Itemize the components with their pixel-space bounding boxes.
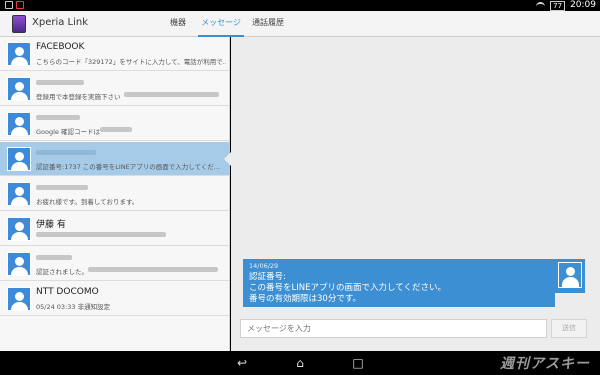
redacted-name: [36, 150, 96, 155]
contact-avatar-icon: [7, 77, 31, 101]
redacted-text: [36, 232, 166, 237]
contact-avatar-icon: [7, 147, 31, 171]
alert-icon: [16, 1, 24, 9]
conversation-item[interactable]: 登録用で本登録を実施下さい: [0, 72, 230, 106]
navigation-bar: ↩ ⌂ □ 週刊アスキー: [0, 351, 600, 375]
redacted-name: [36, 115, 80, 120]
conversation-item[interactable]: NTT DOCOMO 05/24 03:33 非通知設定: [0, 282, 230, 316]
conversation-item[interactable]: お疲れ様です。到着しております。: [0, 177, 230, 211]
message-preview: お疲れ様です。到着しております。: [36, 198, 139, 206]
conversation-item[interactable]: Google 確認コードは: [0, 107, 230, 141]
contact-name: 伊藤 有: [36, 220, 66, 230]
redacted-text: [88, 267, 218, 272]
redacted-name: [36, 255, 72, 260]
notification-icon: [5, 1, 13, 9]
contact-avatar-icon: [7, 182, 31, 206]
sender-avatar-icon: [555, 259, 585, 293]
contact-avatar-icon: [7, 112, 31, 136]
contact-name: NTT DOCOMO: [36, 287, 99, 297]
watermark: 週刊アスキー: [500, 356, 590, 372]
redacted-text: [100, 127, 132, 132]
notification-icons: [5, 1, 24, 9]
contact-name: FACEBOOK: [36, 42, 85, 52]
redacted-text: [124, 92, 219, 97]
status-bar: 77 20:09: [0, 0, 600, 11]
xperia-app-icon: [12, 15, 26, 33]
contact-avatar-icon: [7, 287, 31, 311]
message-preview: 認証番号:1737 この番号をLINEアプリの画面で入力してくだ...: [36, 163, 221, 171]
tab-devices[interactable]: 機器: [160, 11, 196, 37]
conversation-item-selected[interactable]: 認証番号:1737 この番号をLINEアプリの画面で入力してくだ...: [0, 142, 231, 176]
battery-icon: 77: [550, 0, 566, 11]
app-header: Xperia Link 機器 メッセージ 通話履歴: [0, 11, 600, 37]
message-preview: 認証されました。: [36, 268, 88, 276]
tab-call-history[interactable]: 通話履歴: [248, 11, 288, 37]
home-icon[interactable]: ⌂: [290, 355, 310, 371]
conversation-item[interactable]: FACEBOOK こちらのコード「329172」をサイトに入力して、電話が利用で…: [0, 37, 230, 71]
clock: 20:09: [570, 0, 596, 10]
message-preview: 登録用で本登録を実施下さい: [36, 93, 121, 101]
message-preview: 05/24 03:33 非通知設定: [36, 303, 111, 311]
redacted-name: [36, 80, 84, 85]
send-button[interactable]: 送信: [551, 319, 587, 338]
message-date: 14/06/29: [249, 262, 279, 270]
message-bubble: 14/06/29 認証番号: この番号をLINEアプリの画面で入力してください。…: [243, 259, 555, 307]
conversation-list: FACEBOOK こちらのコード「329172」をサイトに入力して、電話が利用で…: [0, 37, 231, 351]
contact-avatar-icon: [7, 217, 31, 241]
tab-messages[interactable]: メッセージ: [198, 11, 244, 37]
message-preview: こちらのコード「329172」をサイトに入力して、電話が利用で...: [36, 58, 226, 66]
app-title: Xperia Link: [32, 17, 89, 28]
conversation-item[interactable]: 認証されました。: [0, 247, 230, 281]
contact-avatar-icon: [7, 252, 31, 276]
conversation-pane: 14/06/29 認証番号: この番号をLINEアプリの画面で入力してください。…: [231, 37, 600, 351]
conversation-item[interactable]: 伊藤 有: [0, 212, 230, 246]
selection-arrow-icon: [224, 152, 231, 166]
wifi-icon: [536, 2, 546, 9]
message-input[interactable]: [240, 319, 547, 338]
message-preview: Google 確認コードは: [36, 128, 100, 136]
recent-apps-icon[interactable]: □: [348, 355, 368, 371]
back-icon[interactable]: ↩: [232, 355, 252, 371]
contact-avatar-icon: [7, 42, 31, 66]
redacted-name: [36, 185, 88, 190]
message-line: 番号の有効期限は30分です。: [249, 294, 361, 304]
